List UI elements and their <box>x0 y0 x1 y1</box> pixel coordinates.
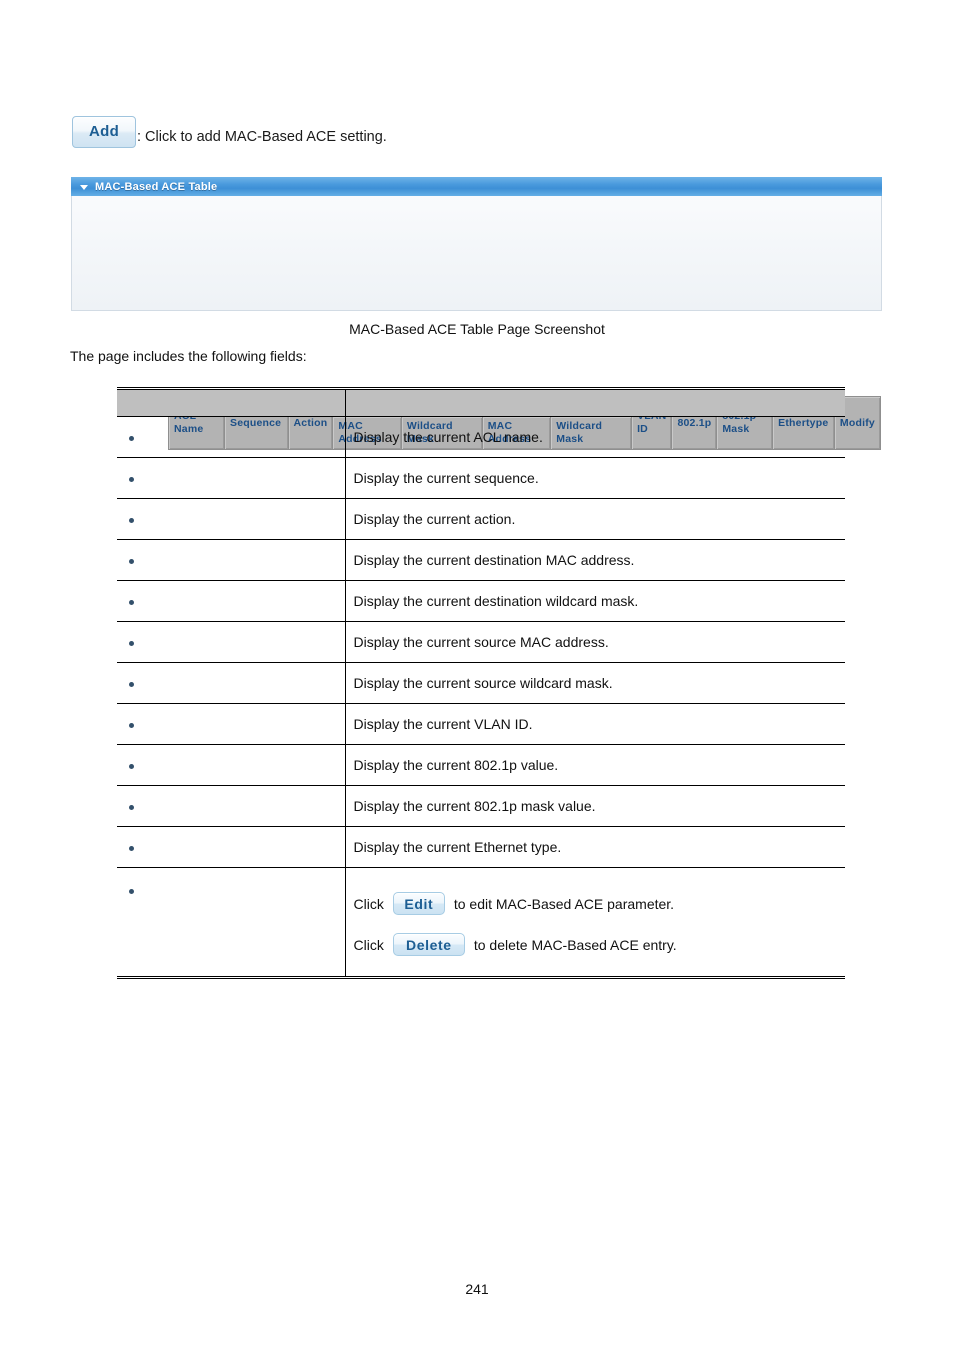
add-button[interactable]: Add <box>72 116 136 148</box>
bullet-icon <box>129 681 134 687</box>
edit-instruction-line: Click Edit to edit MAC-Based ACE paramet… <box>354 892 838 915</box>
field-object-cell <box>117 867 346 979</box>
table-row: Display the current Ethernet type. <box>117 826 845 868</box>
field-object-cell <box>117 416 346 458</box>
page-number: 241 <box>465 1281 489 1297</box>
field-object-cell <box>117 744 346 786</box>
field-object-cell <box>117 785 346 827</box>
field-description-cell: Display the current destination MAC addr… <box>345 539 845 581</box>
table-row-modify: Click Edit to edit MAC-Based ACE paramet… <box>117 867 845 979</box>
field-object-cell <box>117 457 346 499</box>
delete-click-suffix: to delete MAC-Based ACE entry. <box>473 936 677 953</box>
field-object-cell <box>117 703 346 745</box>
bullet-icon <box>129 558 134 564</box>
field-object-cell <box>117 826 346 868</box>
bullet-icon <box>129 476 134 482</box>
field-description-cell: Display the current action. <box>345 498 845 540</box>
field-object-cell <box>117 621 346 663</box>
intro-text: The page includes the following fields: <box>70 348 307 364</box>
table-row: Display the current VLAN ID. <box>117 703 845 745</box>
bullet-icon <box>129 599 134 605</box>
delete-click-prefix: Click <box>353 936 384 953</box>
field-description-cell: Display the current sequence. <box>345 457 845 499</box>
bullet-icon <box>129 845 134 851</box>
bullet-icon <box>129 435 134 441</box>
fields-header-description <box>345 387 845 417</box>
bullet-icon <box>129 763 134 769</box>
add-button-description: : Click to add MAC-Based ACE setting. <box>137 129 387 145</box>
fields-header-object <box>117 387 346 417</box>
field-description-cell: Display the current source MAC address. <box>345 621 845 663</box>
field-description-cell: Display the current VLAN ID. <box>345 703 845 745</box>
table-row: Display the current 802.1p mask value. <box>117 785 845 827</box>
table-row: Display the current source wildcard mask… <box>117 662 845 704</box>
field-description-cell: Display the current source wildcard mask… <box>345 662 845 704</box>
field-object-cell <box>117 662 346 704</box>
delete-instruction-line: Click Delete to delete MAC-Based ACE ent… <box>354 933 838 956</box>
bullet-icon <box>129 640 134 646</box>
edit-click-prefix: Click <box>353 895 384 912</box>
fields-description-table: Display the current ACL name. Display th… <box>117 387 845 979</box>
table-row: Display the current ACL name. <box>117 416 845 458</box>
field-object-cell <box>117 580 346 622</box>
figure-caption: MAC-Based ACE Table Page Screenshot <box>349 321 605 337</box>
edit-button[interactable]: Edit <box>392 892 445 915</box>
delete-button[interactable]: Delete <box>392 933 465 956</box>
table-row: Display the current action. <box>117 498 845 540</box>
fields-header-row <box>117 387 845 417</box>
field-object-cell <box>117 539 346 581</box>
field-description-cell-modify: Click Edit to edit MAC-Based ACE paramet… <box>345 867 845 979</box>
bullet-icon <box>129 517 134 523</box>
field-description-cell: Display the current destination wildcard… <box>345 580 845 622</box>
field-description-cell: Display the current 802.1p value. <box>345 744 845 786</box>
bullet-icon <box>129 804 134 810</box>
field-description-cell: Display the current Ethernet type. <box>345 826 845 868</box>
mac-based-ace-table-panel: ACL Name Sequence Action Destination Sou… <box>71 177 882 450</box>
field-object-cell <box>117 498 346 540</box>
edit-click-suffix: to edit MAC-Based ACE parameter. <box>453 895 675 912</box>
triangle-down-icon[interactable] <box>80 184 88 190</box>
table-row: Display the current destination wildcard… <box>117 580 845 622</box>
table-row: Display the current 802.1p value. <box>117 744 845 786</box>
panel-title-text: MAC-Based ACE Table <box>95 180 218 193</box>
table-row: Display the current source MAC address. <box>117 621 845 663</box>
table-row: Display the current destination MAC addr… <box>117 539 845 581</box>
bullet-icon <box>129 888 134 894</box>
field-description-cell: Display the current 802.1p mask value. <box>345 785 845 827</box>
bullet-icon <box>129 722 134 728</box>
table-row: Display the current sequence. <box>117 457 845 499</box>
panel-title-bar[interactable]: MAC-Based ACE Table <box>71 177 882 196</box>
add-button-description-line: Add : Click to add MAC-Based ACE setting… <box>72 116 387 148</box>
field-description-cell: Display the current ACL name. <box>345 416 845 458</box>
